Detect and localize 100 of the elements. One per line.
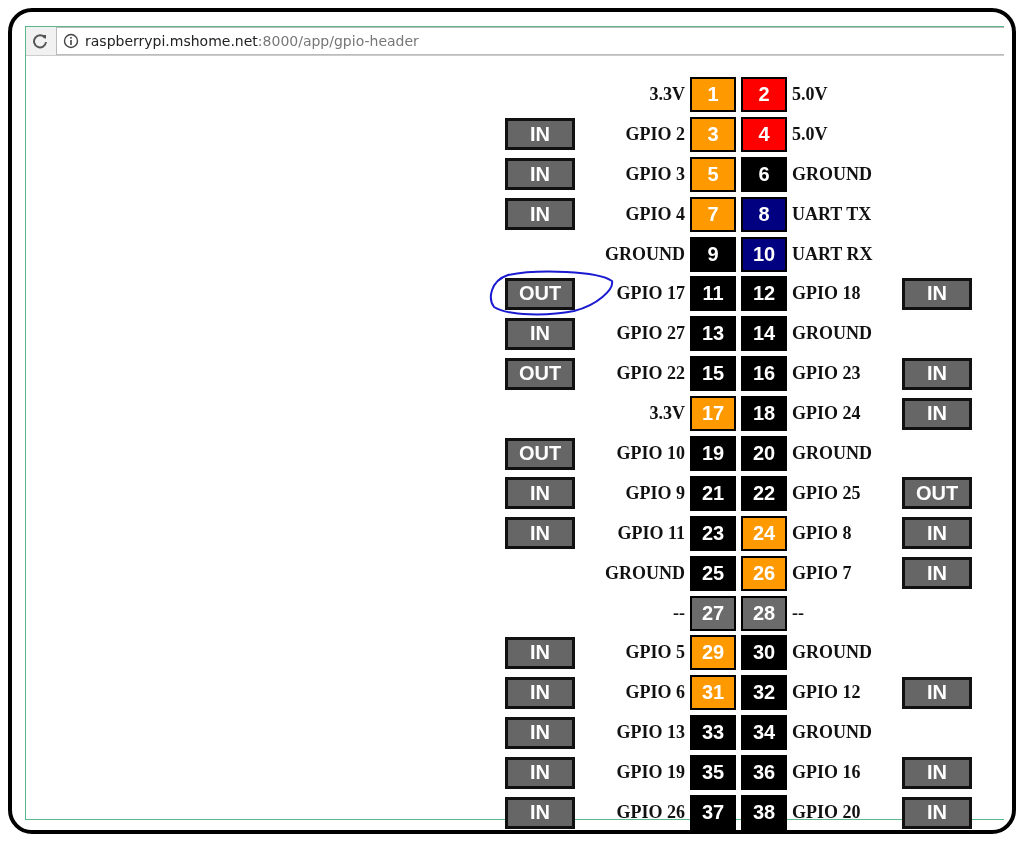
mode-button[interactable]: IN	[505, 517, 575, 550]
pin-label: GPIO 11	[616, 521, 685, 545]
address-bar[interactable]: raspberrypi.mshome.net:8000/app/gpio-header	[56, 27, 1004, 55]
pin-label: GPIO 19	[615, 761, 685, 785]
info-icon[interactable]	[63, 33, 79, 49]
mode-button[interactable]: IN	[902, 557, 972, 590]
pin-label: GPIO 6	[624, 681, 685, 705]
pin-label: GPIO 24	[792, 402, 862, 426]
pin-number: 24	[741, 515, 787, 551]
pin-label: GPIO 22	[615, 362, 685, 386]
pin-number: 2	[741, 77, 787, 112]
pin-label: GPIO 5	[624, 641, 685, 665]
pin-label: 5.0V	[792, 83, 829, 106]
pin-number: 20	[741, 436, 787, 471]
mode-button[interactable]: OUT	[902, 477, 972, 510]
pin-label: GROUND	[792, 162, 873, 186]
pin-number: 26	[741, 555, 787, 591]
pin-number: 25	[690, 555, 736, 591]
mode-button[interactable]: IN	[505, 636, 575, 669]
pin-label: GROUND	[604, 242, 685, 266]
pin-label: GROUND	[792, 322, 873, 346]
pin-label: GPIO 4	[624, 202, 685, 226]
pin-number: 9	[690, 236, 736, 272]
pin-number: 31	[690, 675, 736, 711]
reload-icon[interactable]	[32, 33, 48, 49]
pin-label: GPIO 12	[792, 681, 862, 705]
mode-button[interactable]: OUT	[505, 437, 575, 470]
mode-button[interactable]: IN	[505, 477, 575, 510]
pin-number: 8	[741, 196, 787, 232]
pin-label: GPIO 8	[792, 521, 853, 545]
pin-label: GPIO 16	[792, 761, 862, 785]
mode-button[interactable]: IN	[505, 716, 575, 749]
pin-number: 11	[690, 276, 736, 312]
pin-number: 37	[690, 795, 736, 831]
pin-label: 3.3V	[648, 83, 685, 106]
pin-label: GROUND	[604, 561, 685, 585]
mode-button[interactable]: IN	[505, 198, 575, 231]
pin-label: GPIO 26	[615, 801, 685, 825]
mode-button[interactable]: IN	[505, 158, 575, 191]
mode-button[interactable]: IN	[505, 756, 575, 789]
pin-number: 12	[741, 276, 787, 312]
pin-label: GPIO 10	[615, 442, 685, 465]
mode-button[interactable]: IN	[902, 517, 972, 550]
mode-button[interactable]: IN	[505, 796, 575, 829]
pin-label: GPIO 9	[624, 481, 685, 505]
pin-number: 14	[741, 316, 787, 352]
pin-label: GPIO 25	[792, 481, 862, 505]
pin-number: 4	[741, 116, 787, 152]
pin-label: GPIO 2	[624, 122, 685, 146]
pin-label: GROUND	[792, 641, 873, 665]
pin-number: 19	[690, 436, 736, 471]
mode-button[interactable]: IN	[902, 756, 972, 789]
pin-number: 34	[741, 715, 787, 751]
pin-label: GPIO 20	[792, 801, 862, 825]
pin-number: 1	[690, 77, 736, 112]
mode-button[interactable]: IN	[902, 796, 972, 829]
mode-button[interactable]: OUT	[505, 357, 575, 390]
pin-number: 29	[690, 635, 736, 671]
pin-label: GPIO 17	[615, 282, 685, 306]
mode-button[interactable]: IN	[902, 357, 972, 390]
pin-number: 7	[690, 196, 736, 232]
pin-label: GPIO 18	[792, 282, 862, 306]
pin-number: 18	[741, 396, 787, 432]
pin-number: 15	[690, 356, 736, 392]
pin-number: 3	[690, 116, 736, 152]
pin-label: UART TX	[792, 202, 873, 226]
pin-label: 5.0V	[792, 122, 829, 146]
mode-button[interactable]: IN	[902, 397, 972, 430]
pin-label: GROUND	[792, 721, 873, 745]
pin-number: 13	[690, 316, 736, 352]
mode-button[interactable]: IN	[902, 676, 972, 709]
pin-number: 22	[741, 475, 787, 511]
pin-label: GROUND	[792, 442, 873, 465]
pin-number: 23	[690, 515, 736, 551]
pin-label: GPIO 7	[792, 561, 853, 585]
pin-label: GPIO 13	[615, 721, 685, 745]
pin-number: 30	[741, 635, 787, 671]
pin-number: 33	[690, 715, 736, 751]
mode-button[interactable]: IN	[505, 317, 575, 350]
pin-number: 28	[741, 595, 787, 631]
pin-label: GPIO 23	[792, 362, 862, 386]
mode-button[interactable]: IN	[505, 676, 575, 709]
pin-label: --	[792, 601, 805, 625]
mode-button[interactable]: OUT	[505, 277, 575, 310]
pin-label: --	[672, 601, 685, 625]
pin-number: 16	[741, 356, 787, 392]
url-text: raspberrypi.mshome.net:8000/app/gpio-header	[85, 33, 419, 49]
pin-number: 36	[741, 755, 787, 791]
mode-button[interactable]: IN	[902, 277, 972, 310]
pin-number: 10	[741, 236, 787, 272]
pin-label: GPIO 3	[624, 162, 685, 186]
pin-number: 32	[741, 675, 787, 711]
pin-number: 21	[690, 475, 736, 511]
mode-button[interactable]: IN	[505, 118, 575, 151]
pin-label: 3.3V	[648, 402, 685, 426]
pin-number: 35	[690, 755, 736, 791]
pin-number: 6	[741, 156, 787, 192]
pin-number: 38	[741, 795, 787, 831]
pin-number: 27	[690, 595, 736, 631]
pin-label: GPIO 27	[615, 322, 685, 346]
